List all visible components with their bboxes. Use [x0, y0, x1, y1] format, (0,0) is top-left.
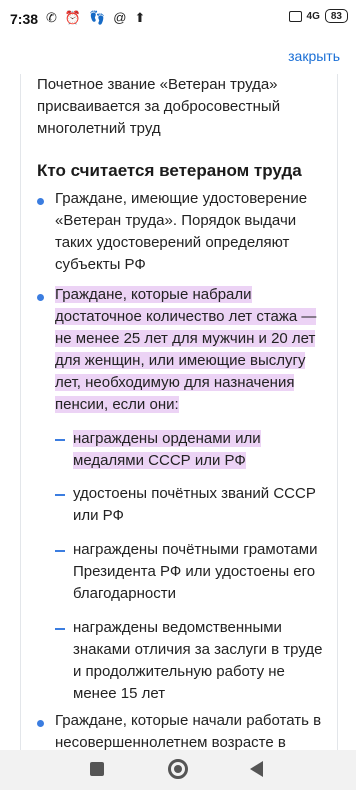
list-item: Граждане, которые начали работать в несо…	[55, 712, 322, 750]
close-button[interactable]: закрыть	[288, 48, 340, 64]
bullet-icon	[37, 294, 44, 301]
bullet-icon	[37, 198, 44, 205]
sub-list-item: награждены ведомственными знаками отличи…	[73, 619, 323, 702]
status-time: 7:38	[10, 11, 39, 27]
sub-list-item: удостоены почётных званий СССР или РФ	[73, 485, 316, 524]
dash-icon	[55, 439, 65, 441]
sub-list-item: награждены почётными грамотами Президент…	[73, 541, 318, 602]
article-intro: Почетное звание «Ветеран труда» присваив…	[37, 76, 281, 137]
dash-icon	[55, 628, 65, 630]
highlighted-text: награждены орденами или медалями СССР ил…	[73, 430, 261, 469]
list-item: Граждане, которые набрали достаточное ко…	[55, 284, 329, 416]
sub-list-item: награждены орденами или медалями СССР ил…	[73, 428, 323, 472]
recent-apps-icon[interactable]	[90, 762, 104, 776]
status-bar: 7:38 ✆ ⏰ 👣 @ ⬆ 4G 83	[0, 0, 356, 38]
back-icon[interactable]	[250, 761, 263, 777]
system-nav-bar	[0, 750, 356, 790]
home-icon[interactable]	[168, 759, 188, 779]
highlighted-text: Граждане, которые набрали достаточное ко…	[55, 286, 317, 413]
alarm-icon: ⏰	[64, 10, 86, 25]
dash-icon	[55, 494, 65, 496]
top-bar: закрыть	[0, 38, 356, 74]
download-icon: ⬆	[134, 10, 150, 25]
at-icon: @	[113, 10, 131, 25]
article-card: Почетное звание «Ветеран труда» присваив…	[20, 74, 338, 750]
footprints-icon: 👣	[89, 10, 110, 25]
battery-indicator: 83	[324, 9, 348, 23]
network-signal: 4G	[306, 10, 320, 22]
section-heading: Кто считается ветераном труда	[37, 161, 302, 180]
bullet-icon	[37, 720, 44, 727]
screen-icon	[288, 10, 302, 22]
list-item: Граждане, имеющие удостоверение «Ветеран…	[55, 190, 308, 273]
notification-icons: ✆ ⏰ 👣 @ ⬆	[46, 10, 149, 26]
dash-icon	[55, 550, 65, 552]
missed-call-icon: ✆	[46, 10, 61, 25]
